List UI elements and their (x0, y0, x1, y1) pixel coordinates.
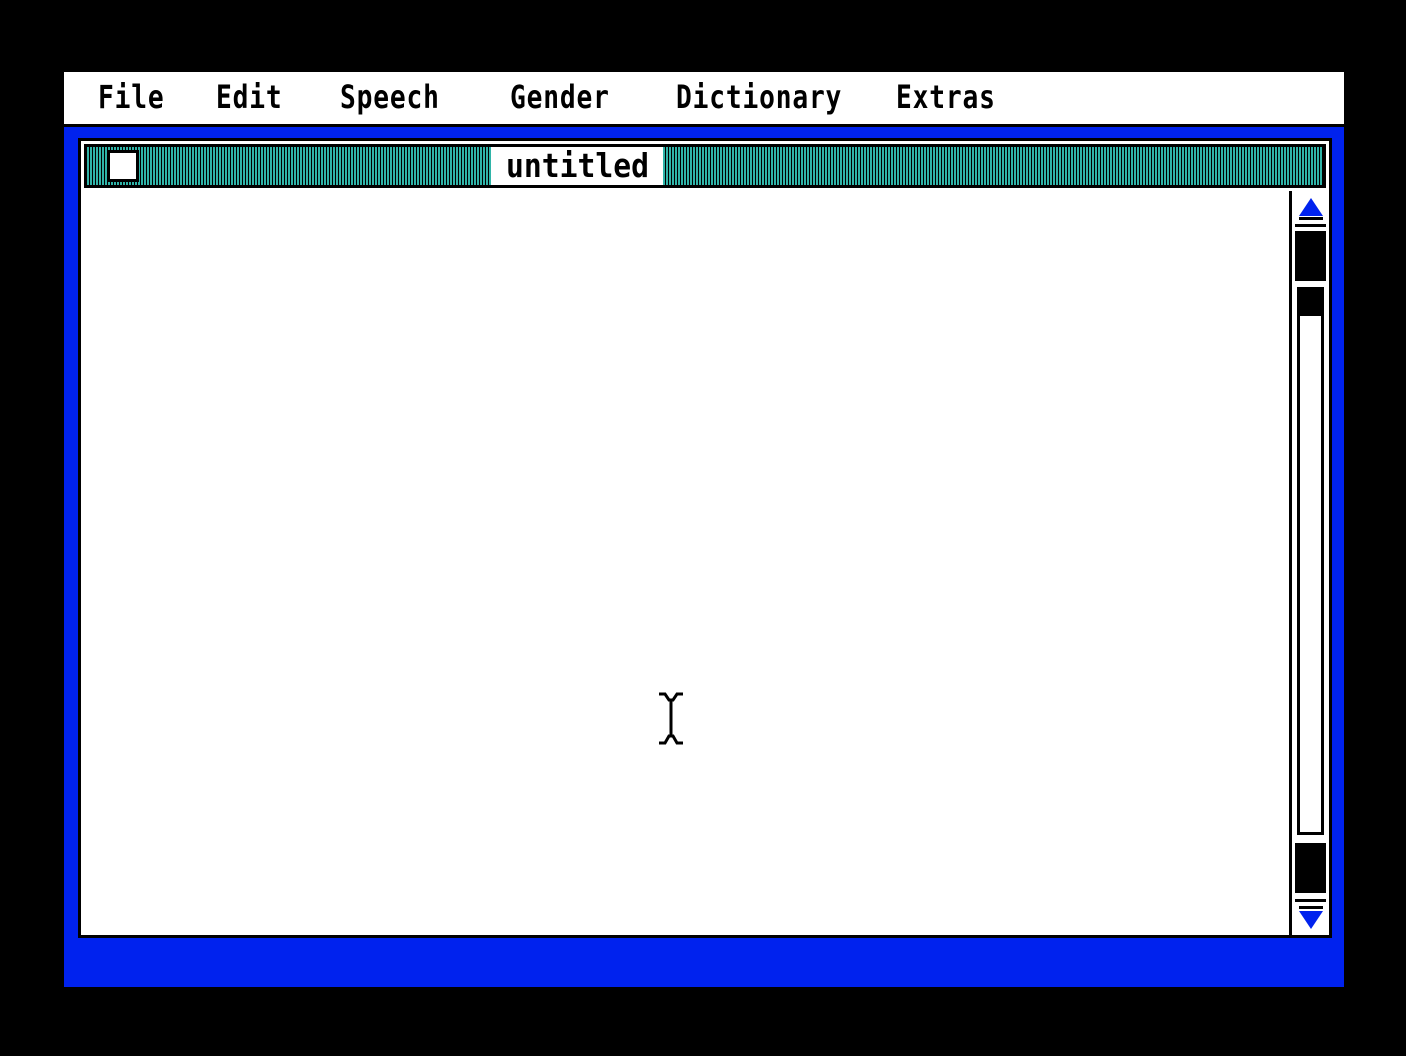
menu-file[interactable]: File (98, 78, 164, 116)
document-window: untitled (78, 138, 1332, 938)
scroll-page-down-area[interactable] (1295, 843, 1326, 893)
monitor-bezel: File Edit Speech Gender Dictionary Extra… (0, 0, 1406, 1056)
close-box-icon[interactable] (107, 150, 139, 182)
window-title-bar[interactable]: untitled (84, 144, 1326, 188)
window-title-container: untitled (491, 147, 663, 185)
menu-dictionary[interactable]: Dictionary (676, 78, 842, 116)
menu-gender[interactable]: Gender (510, 78, 610, 116)
scroll-page-up-area[interactable] (1295, 231, 1326, 281)
menu-extras[interactable]: Extras (896, 78, 996, 116)
up-arrow-icon[interactable] (1295, 193, 1326, 227)
menu-edit[interactable]: Edit (216, 78, 282, 116)
menu-bar: File Edit Speech Gender Dictionary Extra… (64, 72, 1344, 127)
vertical-scrollbar[interactable] (1289, 191, 1329, 935)
window-title: untitled (505, 146, 649, 185)
menu-speech[interactable]: Speech (340, 78, 440, 116)
text-editing-area[interactable] (81, 191, 1289, 935)
text-cursor-icon (659, 692, 683, 745)
down-arrow-icon[interactable] (1295, 899, 1326, 933)
scroll-thumb[interactable] (1300, 290, 1321, 316)
desktop: File Edit Speech Gender Dictionary Extra… (64, 72, 1344, 987)
scroll-track[interactable] (1297, 287, 1324, 835)
